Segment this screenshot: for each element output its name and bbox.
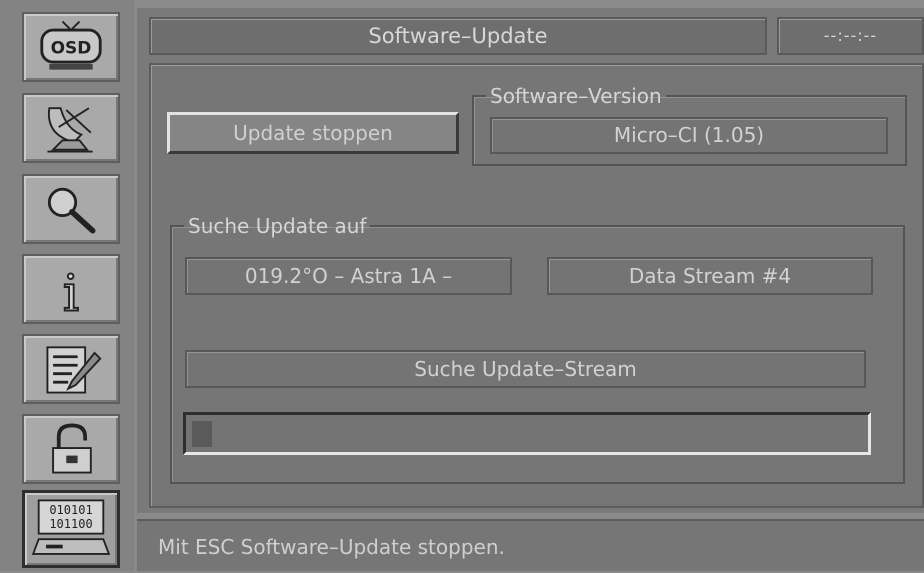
osd-label: OSD	[51, 39, 92, 59]
status-bar-message: Mit ESC Software–Update stoppen.	[137, 519, 924, 571]
sidebar-item-lock[interactable]	[22, 414, 120, 484]
sidebar-item-edit[interactable]	[22, 334, 120, 404]
page-title: Software–Update	[149, 17, 767, 55]
software-version-legend: Software–Version	[490, 84, 662, 108]
info-glyph: i	[63, 265, 79, 322]
stop-update-button[interactable]: Update stoppen	[167, 112, 459, 154]
search-status-label: Suche Update–Stream	[185, 350, 866, 388]
sidebar-item-osd[interactable]: OSD	[22, 12, 120, 82]
info-icon: i	[62, 264, 80, 322]
sidebar-item-software-update[interactable]: 010101 101100	[22, 490, 120, 568]
osd-tv-icon: OSD	[40, 20, 102, 70]
sidebar-menu: OSD i 010101 101100	[0, 0, 134, 571]
satellite-select[interactable]: 019.2°O – Astra 1A –	[185, 257, 512, 295]
sidebar-item-info[interactable]: i	[22, 254, 120, 324]
parental-lock-icon	[52, 423, 92, 474]
sidebar-item-search[interactable]	[22, 174, 120, 244]
binary-line-top: 010101	[49, 503, 92, 517]
search-update-legend: Suche Update auf	[188, 214, 367, 238]
data-stream-select[interactable]: Data Stream #4	[547, 257, 873, 295]
software-version-value: Micro–CI (1.05)	[490, 117, 888, 154]
sidebar-item-satellite[interactable]	[22, 93, 120, 163]
binary-line-bottom: 101100	[49, 517, 92, 531]
progress-fill	[192, 421, 212, 447]
search-magnifier-icon	[47, 187, 96, 234]
clock-display: --:--:--	[777, 17, 924, 55]
update-progress-bar	[183, 412, 871, 455]
edit-document-icon	[46, 346, 102, 394]
binary-receiver-icon: 010101 101100	[31, 499, 111, 555]
satellite-dish-icon	[47, 107, 93, 153]
